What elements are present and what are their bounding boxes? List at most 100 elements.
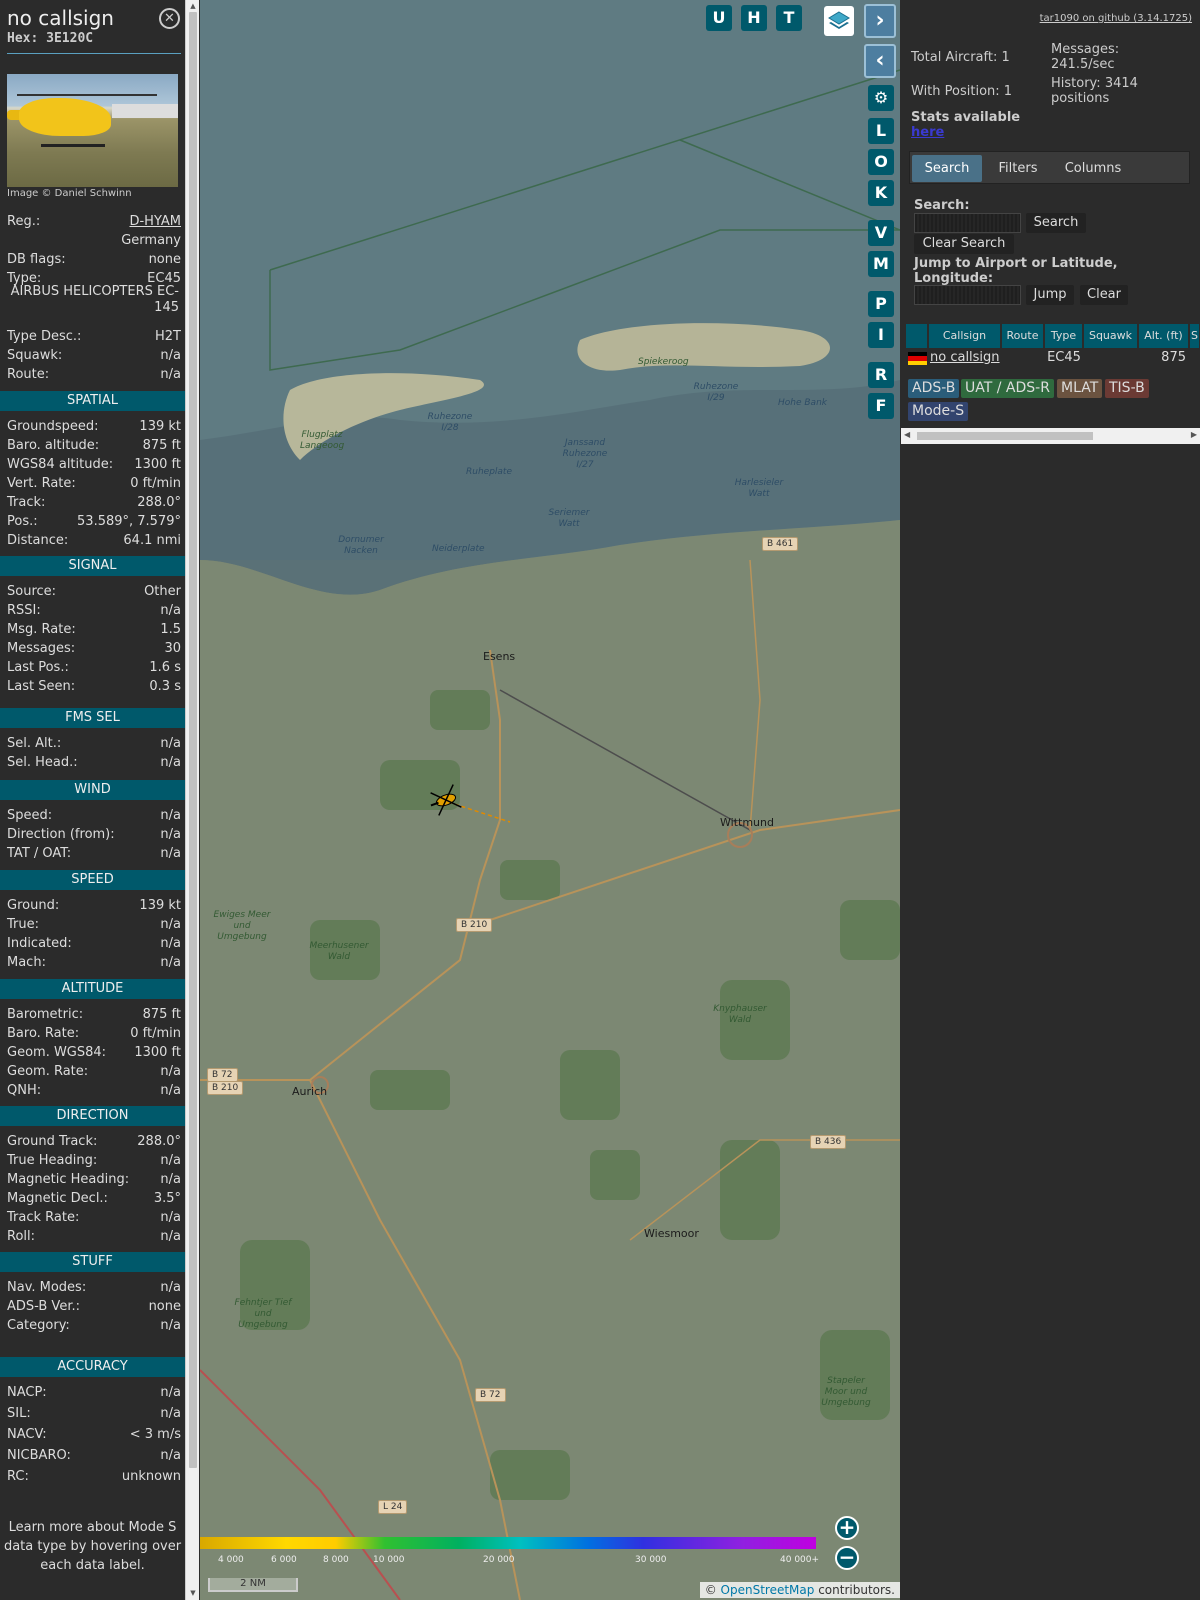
info-label: Distance: (7, 533, 69, 548)
zoom-out-button[interactable]: − (835, 1546, 859, 1570)
search-button[interactable]: Search (1026, 213, 1086, 233)
p-toggle-button[interactable]: P (868, 291, 894, 317)
map-label-island: Spiekeroog (638, 357, 689, 367)
info-label: Groundspeed: (7, 419, 99, 434)
source-tag-tisb: TIS-B (1105, 379, 1149, 398)
f-toggle-button[interactable]: F (868, 393, 894, 419)
scrollbar-thumb[interactable] (917, 432, 1093, 440)
settings-button[interactable]: ⚙ (868, 85, 894, 111)
section-header-direction: DIRECTION (0, 1106, 185, 1126)
t-toggle-button[interactable]: T (776, 5, 802, 31)
info-row: Distance: 64.1 nmi (7, 533, 181, 551)
expand-sidebar-button[interactable]: › (864, 4, 896, 38)
info-label: QNH: (7, 1083, 42, 1098)
l-toggle-button[interactable]: L (868, 118, 894, 144)
o-toggle-button[interactable]: O (868, 149, 894, 175)
info-label: Last Pos.: (7, 660, 69, 675)
info-panel-scrollbar[interactable]: ▲ ▼ (185, 0, 199, 1600)
road-shield: B 210 (456, 918, 493, 932)
column-header-callsign[interactable]: Callsign (929, 324, 1001, 348)
search-input[interactable] (914, 213, 1021, 233)
jump-input[interactable] (914, 285, 1021, 305)
detail-label: Reg.: (7, 214, 41, 229)
messages-label: Messages: (1051, 42, 1120, 57)
section-header-wind: WIND (0, 780, 185, 800)
aircraft-photo[interactable] (7, 74, 178, 187)
info-value: n/a (160, 917, 181, 932)
info-label: Pos.: (7, 514, 38, 529)
h-toggle-button[interactable]: H (741, 5, 767, 31)
registration-link[interactable]: D-HYAM (129, 214, 181, 229)
info-label: Msg. Rate: (7, 622, 76, 637)
info-row: Direction (from): n/a (7, 827, 181, 845)
m-toggle-button[interactable]: M (868, 251, 894, 277)
info-label: Barometric: (7, 1007, 84, 1022)
v-toggle-button[interactable]: V (868, 220, 894, 246)
zoom-in-button[interactable]: + (835, 1516, 859, 1540)
r-toggle-button[interactable]: R (868, 362, 894, 388)
k-toggle-button[interactable]: K (868, 180, 894, 206)
map-label-sea: Ruhezone I/28 (427, 412, 473, 433)
osm-link[interactable]: OpenStreetMap (721, 1583, 815, 1597)
tab-search[interactable]: Search (912, 155, 982, 182)
chevron-left-icon: ‹ (875, 48, 885, 73)
scrollbar-thumb[interactable] (189, 12, 197, 1468)
clear-button[interactable]: Clear (1080, 285, 1128, 305)
github-link[interactable]: tar1090 on github (3.14.1725) (1040, 13, 1192, 24)
scroll-left-icon[interactable]: ◀ (904, 430, 910, 439)
scroll-right-icon[interactable]: ▶ (1191, 430, 1197, 439)
info-row: Sel. Head.: n/a (7, 755, 181, 773)
stats-link-wrap: here (911, 125, 944, 140)
legend-tick: 40 000+ (780, 1555, 820, 1565)
layers-button[interactable] (824, 6, 854, 36)
close-icon[interactable]: ✕ (159, 8, 180, 29)
map-attribution: © OpenStreetMap contributors. (699, 1582, 900, 1598)
divider (7, 53, 181, 54)
cell-callsign[interactable]: no callsign (930, 349, 1000, 367)
unit-toggle-button[interactable]: U (706, 5, 732, 31)
tab-columns[interactable]: Columns (1054, 155, 1132, 182)
info-row: True: n/a (7, 917, 181, 935)
scroll-up-icon[interactable]: ▲ (188, 1, 198, 11)
detail-value: n/a (160, 348, 181, 363)
i-toggle-button[interactable]: I (868, 322, 894, 348)
info-value: Other (144, 584, 181, 599)
column-header-speed[interactable]: S (1190, 324, 1200, 348)
info-row: Msg. Rate: 1.5 (7, 622, 181, 640)
clear-search-button[interactable]: Clear Search (914, 234, 1014, 254)
tab-filters[interactable]: Filters (986, 155, 1050, 182)
detail-label: DB flags: (7, 252, 66, 267)
info-row: Barometric: 875 ft (7, 1007, 181, 1025)
detail-row-route: Route: n/a (7, 367, 181, 385)
info-value: 3.5° (153, 1191, 181, 1206)
info-row: Category: n/a (7, 1318, 181, 1336)
info-label: Indicated: (7, 936, 72, 951)
column-header-altitude[interactable]: Alt. (ft) (1139, 324, 1189, 348)
info-value: n/a (160, 1210, 181, 1225)
collapse-sidebar-button[interactable]: ‹ (864, 44, 896, 78)
info-row: NICBARO: n/a (7, 1448, 181, 1466)
column-header-type[interactable]: Type (1045, 324, 1083, 348)
country-value: Germany (121, 233, 181, 248)
column-header-route[interactable]: Route (1002, 324, 1044, 348)
info-label: Nav. Modes: (7, 1280, 87, 1295)
column-header-squawk[interactable]: Squawk (1084, 324, 1138, 348)
map-label-sea: Neiderplate (432, 544, 485, 554)
section-header-spatial: SPATIAL (0, 391, 185, 411)
map-label-town: Wittmund (720, 816, 774, 829)
jump-button[interactable]: Jump (1026, 285, 1074, 305)
scroll-down-icon[interactable]: ▼ (188, 1588, 198, 1598)
road-shield: L 24 (378, 1500, 408, 1514)
info-label: Mach: (7, 955, 46, 970)
info-value: n/a (160, 755, 181, 770)
full-type-name: AIRBUS HELICOPTERS EC-145 (10, 284, 179, 315)
table-horizontal-scrollbar[interactable]: ◀ ▶ (901, 428, 1200, 444)
detail-row-reg: Reg.: D-HYAM (7, 214, 181, 232)
info-label: Roll: (7, 1229, 36, 1244)
with-position: With Position: 1 (911, 84, 1013, 99)
info-label: Category: (7, 1318, 70, 1333)
info-value: 0 ft/min (130, 476, 181, 491)
info-row: RC: unknown (7, 1469, 181, 1487)
map-view[interactable]: Esens Wittmund Aurich Wiesmoor Spiekeroo… (200, 0, 900, 1600)
stats-link[interactable]: here (911, 125, 944, 140)
